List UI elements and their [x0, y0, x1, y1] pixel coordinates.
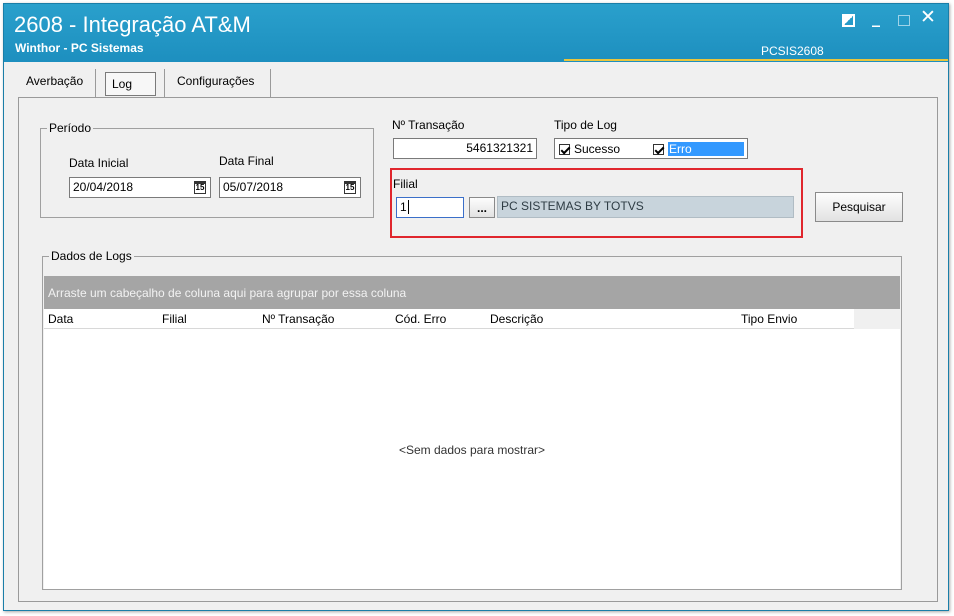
filial-lookup-button[interactable]: ...: [469, 197, 495, 218]
tab-averbacao[interactable]: Averbação: [26, 69, 83, 97]
dados-logs-group: Dados de Logs Arraste um cabeçalho de co…: [42, 249, 902, 590]
close-icon[interactable]: ✕: [920, 8, 936, 27]
transacao-label: Nº Transação: [392, 118, 465, 132]
app-window: 2608 - Integração AT&M Winthor - PC Sist…: [3, 3, 949, 611]
data-inicial-value: 20/04/2018: [73, 180, 134, 194]
calendar-icon[interactable]: 15: [194, 181, 206, 194]
column-header-transacao[interactable]: Nº Transação: [262, 312, 334, 326]
tipo-log-label: Tipo de Log: [554, 118, 617, 132]
erro-checkbox[interactable]: Erro: [653, 140, 744, 158]
tab-log[interactable]: Log: [105, 72, 156, 96]
data-inicial-label: Data Inicial: [69, 156, 129, 170]
data-inicial-field[interactable]: 20/04/2018 15: [69, 177, 211, 198]
data-final-field[interactable]: 05/07/2018 15: [219, 177, 361, 198]
column-header-filial[interactable]: Filial: [162, 312, 187, 326]
filial-code-value: 1: [400, 200, 407, 214]
data-final-value: 05/07/2018: [223, 180, 284, 194]
tab-content-log: Período Data Inicial Data Final 20/04/20…: [18, 97, 938, 602]
title-bar[interactable]: 2608 - Integração AT&M Winthor - PC Sist…: [4, 4, 948, 62]
pesquisar-button[interactable]: Pesquisar: [815, 192, 903, 222]
grid-column-headers: Data Filial Nº Transação Cód. Erro Descr…: [44, 309, 854, 329]
column-header-data[interactable]: Data: [48, 312, 73, 326]
erro-label: Erro: [668, 142, 744, 156]
checkbox-checked-icon: [653, 143, 664, 155]
dados-logs-legend: Dados de Logs: [49, 249, 134, 263]
empty-grid-message: <Sem dados para mostrar>: [398, 443, 546, 457]
tipo-log-box: Sucesso Erro: [554, 138, 748, 159]
periodo-group: Período Data Inicial Data Final 20/04/20…: [40, 121, 374, 218]
grid-body[interactable]: <Sem dados para mostrar>: [44, 329, 900, 589]
column-header-cod-erro[interactable]: Cód. Erro: [395, 312, 446, 326]
routine-code: PCSIS2608: [761, 44, 824, 58]
tab-separator: [164, 69, 165, 97]
filial-code-field[interactable]: 1: [396, 197, 464, 218]
column-header-tipo-envio[interactable]: Tipo Envio: [741, 312, 797, 326]
maximize-icon[interactable]: [898, 15, 910, 26]
group-by-panel[interactable]: Arraste um cabeçalho de coluna aqui para…: [44, 276, 900, 309]
calendar-icon[interactable]: 15: [344, 181, 356, 194]
tab-configuracoes[interactable]: Configurações: [177, 69, 254, 97]
filial-name-value: PC SISTEMAS BY TOTVS: [501, 199, 644, 213]
window-subtitle: Winthor - PC Sistemas: [15, 41, 144, 55]
tab-separator: [95, 69, 96, 97]
data-final-label: Data Final: [219, 154, 274, 168]
filial-name-field: PC SISTEMAS BY TOTVS: [497, 196, 794, 218]
sucesso-checkbox[interactable]: Sucesso: [559, 140, 620, 158]
title-accent-line: [564, 59, 948, 61]
minimize-icon[interactable]: _: [872, 10, 880, 26]
transacao-value: 5461321321: [466, 141, 533, 155]
restore-icon[interactable]: [842, 14, 855, 27]
transacao-field[interactable]: 5461321321: [393, 138, 537, 159]
column-header-descricao[interactable]: Descrição: [490, 312, 543, 326]
sucesso-label: Sucesso: [574, 142, 621, 156]
tab-separator: [270, 69, 271, 97]
periodo-legend: Período: [47, 121, 94, 135]
filial-label: Filial: [393, 177, 418, 191]
text-cursor: [407, 200, 409, 214]
window-title: 2608 - Integração AT&M: [14, 12, 251, 37]
checkbox-checked-icon: [559, 143, 570, 155]
